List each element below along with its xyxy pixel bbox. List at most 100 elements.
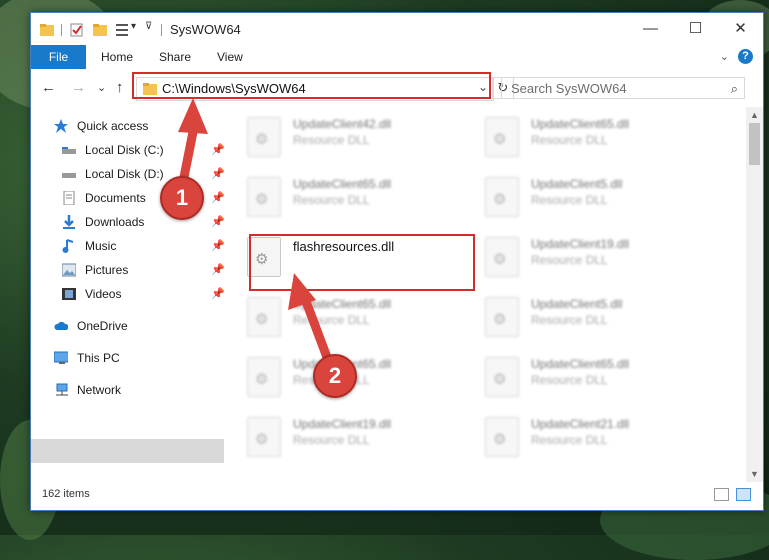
pin-icon[interactable]: 📌: [211, 143, 225, 156]
list-item[interactable]: UpdateClient65.dll Resource DLL: [241, 173, 471, 221]
file-list: UpdateClient42.dll Resource DLL UpdateCl…: [227, 107, 743, 482]
sidebar-item-label: Downloads: [85, 215, 145, 229]
navigation-pane: Quick access Local Disk (C:) 📌 Local Dis…: [31, 107, 227, 482]
search-icon[interactable]: ⌕: [731, 81, 738, 97]
documents-icon: [63, 191, 75, 205]
pin-icon[interactable]: 📌: [211, 167, 225, 180]
item-count: 162 items: [42, 488, 90, 500]
callout-badge-1: 1: [160, 176, 204, 220]
help-icon[interactable]: ?: [738, 49, 753, 64]
file-name: UpdateClient5.dll: [531, 177, 623, 191]
tab-view[interactable]: View: [217, 45, 243, 69]
search-box[interactable]: Search SysWOW64 ⌕: [501, 77, 745, 99]
file-name: UpdateClient19.dll: [293, 417, 392, 431]
sidebar-item-label: Network: [77, 383, 122, 397]
file-type: Resource DLL: [531, 253, 608, 267]
sidebar-item-label: This PC: [77, 351, 120, 365]
star-icon: [54, 119, 68, 133]
list-item[interactable]: UpdateClient21.dll Resource DLL: [479, 413, 709, 461]
network-icon: [56, 383, 68, 396]
list-item[interactable]: UpdateClient65.dll Resource DLL: [479, 113, 709, 161]
scroll-down-icon[interactable]: ▼: [750, 469, 759, 479]
explorer-window: ▾ ⊽ SysWOW64 — ☐ ✕ File Home Share View …: [30, 12, 764, 511]
file-type: Resource DLL: [293, 313, 370, 327]
pin-icon[interactable]: 📌: [211, 263, 225, 276]
list-item[interactable]: UpdateClient65.dll Resource DLL: [241, 293, 471, 341]
up-button[interactable]: ↑: [116, 79, 124, 96]
cloud-icon: [54, 321, 68, 330]
sidebar-item-label: OneDrive: [77, 319, 128, 333]
pin-icon[interactable]: 📌: [211, 239, 225, 252]
music-icon: [62, 239, 74, 253]
list-item[interactable]: UpdateClient65.dll Resource DLL: [479, 353, 709, 401]
file-name: UpdateClient65.dll: [293, 177, 392, 191]
new-folder-icon[interactable]: [92, 22, 108, 38]
sidebar-item-label: Videos: [85, 287, 122, 301]
list-item[interactable]: UpdateClient19.dll Resource DLL: [241, 413, 471, 461]
close-button[interactable]: ✕: [718, 13, 763, 45]
title-bar: ▾ ⊽ SysWOW64 — ☐ ✕: [31, 13, 763, 45]
sidebar-item-label: Quick access: [77, 119, 149, 133]
search-input[interactable]: Search SysWOW64: [511, 81, 627, 96]
details-view-icon[interactable]: [714, 488, 729, 501]
large-icons-view-icon[interactable]: [736, 488, 751, 501]
drive-icon: [62, 147, 76, 154]
pin-icon[interactable]: 📌: [211, 215, 225, 228]
list-item[interactable]: UpdateClient19.dll Resource DLL: [479, 233, 709, 281]
qa-dropdown-icon[interactable]: ⊽: [145, 21, 152, 37]
sidebar-item-label: Local Disk (C:): [85, 143, 164, 157]
dll-file-icon: [485, 237, 519, 277]
file-name: UpdateClient19.dll: [531, 237, 630, 251]
dll-file-icon: [485, 417, 519, 457]
maximize-button[interactable]: ☐: [673, 13, 718, 45]
callout-badge-2: 2: [313, 354, 357, 398]
list-item[interactable]: UpdateClient5.dll Resource DLL: [479, 293, 709, 341]
dll-file-icon: [485, 117, 519, 157]
dll-file-icon: [485, 297, 519, 337]
tab-home[interactable]: Home: [101, 45, 133, 69]
pin-icon[interactable]: 📌: [211, 287, 225, 300]
status-bar: 162 items: [31, 482, 763, 510]
dll-file-icon: [485, 177, 519, 217]
folder-icon[interactable]: [39, 22, 55, 38]
scrollbar-thumb[interactable]: [749, 123, 760, 165]
recent-locations-button[interactable]: ⌄: [97, 81, 106, 94]
vertical-scrollbar[interactable]: ▲ ▼: [746, 107, 763, 482]
dll-file-icon: [247, 177, 281, 217]
videos-icon: [62, 288, 76, 300]
separator: [61, 24, 62, 36]
dll-file-icon: [247, 417, 281, 457]
list-item[interactable]: UpdateClient5.dll Resource DLL: [479, 173, 709, 221]
file-name: UpdateClient65.dll: [531, 117, 630, 131]
file-type: Resource DLL: [531, 193, 608, 207]
tab-share[interactable]: Share: [159, 45, 191, 69]
sidebar-item-label: Local Disk (D:): [85, 167, 164, 181]
scroll-up-icon[interactable]: ▲: [750, 110, 759, 120]
file-type: Resource DLL: [531, 133, 608, 147]
file-name: UpdateClient5.dll: [531, 297, 623, 311]
file-highlight-box: [249, 234, 475, 291]
address-highlight-box: [132, 72, 491, 99]
customize-icon[interactable]: [115, 22, 131, 38]
back-button[interactable]: ←: [41, 79, 56, 96]
computer-icon: [54, 351, 68, 364]
pin-icon[interactable]: 📌: [211, 191, 225, 204]
chevron-down-icon[interactable]: ⌄: [720, 50, 729, 63]
forward-button[interactable]: →: [71, 79, 86, 96]
dll-file-icon: [247, 357, 281, 397]
window-title: SysWOW64: [170, 22, 241, 37]
ribbon: File Home Share View ⌄ ?: [31, 45, 763, 70]
minimize-button[interactable]: —: [628, 13, 673, 45]
file-type: Resource DLL: [293, 133, 370, 147]
chevron-down-icon[interactable]: ▾: [131, 21, 136, 37]
dll-file-icon: [247, 117, 281, 157]
properties-icon[interactable]: [69, 22, 85, 38]
dll-file-icon: [247, 297, 281, 337]
file-type: Resource DLL: [531, 313, 608, 327]
sidebar-item-label: Documents: [85, 191, 146, 205]
dll-file-icon: [485, 357, 519, 397]
tab-file[interactable]: File: [31, 45, 86, 69]
list-item[interactable]: UpdateClient42.dll Resource DLL: [241, 113, 471, 161]
drive-icon: [62, 173, 76, 178]
pictures-icon: [62, 263, 76, 277]
